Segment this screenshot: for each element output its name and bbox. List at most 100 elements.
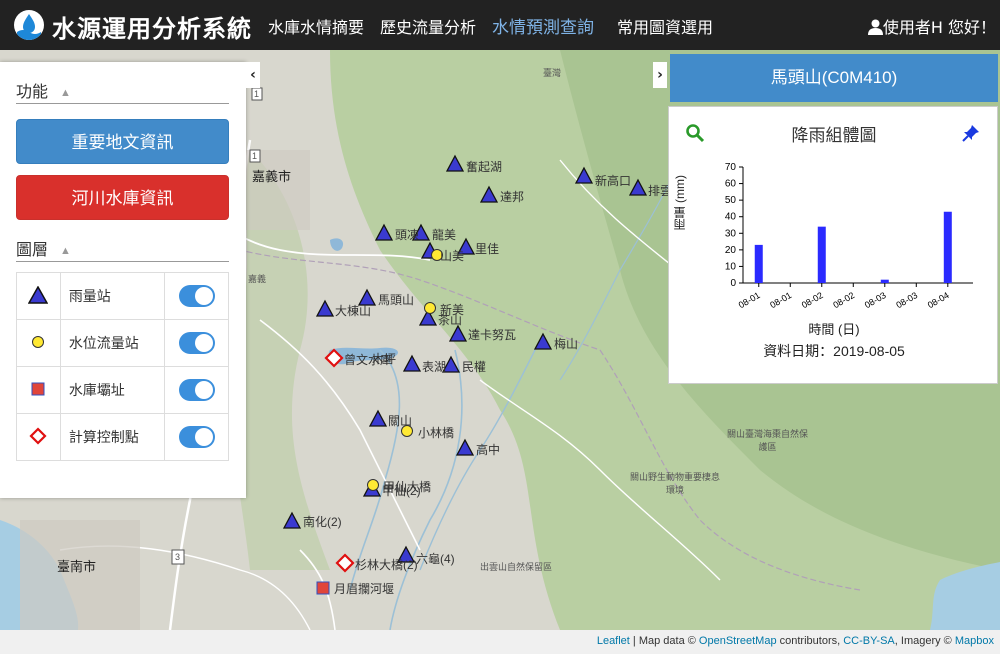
circle-icon	[32, 335, 45, 348]
license-link[interactable]: CC-BY-SA	[843, 635, 895, 647]
pin-icon[interactable]	[961, 123, 981, 147]
diamond-icon	[29, 426, 47, 445]
y-tick-label: 20	[725, 245, 737, 256]
nav-reservoir-summary[interactable]: 水庫水情摘要	[268, 14, 364, 38]
attribution-text: contributors,	[776, 635, 844, 647]
rainfall-bar	[943, 211, 952, 283]
reservoir-marker[interactable]	[316, 581, 330, 595]
attribution-text: , Imagery ©	[894, 635, 955, 647]
divider	[16, 261, 229, 262]
station-label: 表湖	[422, 360, 447, 374]
chart-title: 降雨組體圖	[791, 126, 877, 145]
layer-toggle-cell	[164, 319, 229, 367]
y-tick-label: 60	[725, 179, 737, 190]
station-label: 杉林大橋(2)	[355, 558, 418, 572]
user-icon	[867, 19, 883, 35]
nav-common-maps[interactable]: 常用圖資選用	[617, 14, 713, 38]
station-label: 月眉攔河堰	[334, 582, 395, 596]
water-logo-icon	[14, 10, 44, 40]
left-panel-collapse-button[interactable]: ‹	[246, 62, 260, 88]
station-label: 頭凍	[395, 228, 420, 242]
mapbox-link[interactable]: Mapbox	[955, 635, 994, 647]
reservoir-toggle[interactable]	[178, 379, 215, 401]
layer-row: 水庫壩址	[16, 366, 229, 414]
x-tick-label: 08-04	[926, 290, 951, 310]
control-point-marker[interactable]	[335, 553, 355, 573]
layer-toggle-cell	[164, 366, 229, 414]
attribution-text: | Map data ©	[629, 635, 699, 647]
station-label: 民權	[462, 360, 487, 374]
layer-icon-cell	[16, 413, 61, 461]
chevron-up-icon[interactable]: ▲	[60, 87, 71, 99]
water-station-marker[interactable]	[367, 479, 379, 491]
rain-station-marker[interactable]	[374, 223, 394, 241]
river-reservoir-button[interactable]: 河川水庫資訊	[16, 175, 229, 220]
user-menu[interactable]: 使用者H 您好！	[867, 14, 996, 38]
leaflet-link[interactable]: Leaflet	[597, 635, 630, 647]
chevron-right-icon: ›	[657, 67, 663, 83]
station-label: 馬頭山	[378, 293, 415, 307]
station-label: 梅山	[554, 337, 579, 351]
chart-x-label: 時間 (日)	[808, 322, 860, 337]
function-title: 功能	[16, 84, 49, 101]
layer-label: 水庫壩址	[59, 366, 166, 414]
nav-forecast-query[interactable]: 水情預測查詢	[492, 13, 594, 38]
rain-station-marker[interactable]	[448, 324, 468, 342]
layer-row: 水位流量站	[16, 319, 229, 367]
water-station-marker[interactable]	[424, 302, 436, 314]
rain-station-toggle[interactable]	[178, 285, 215, 307]
layer-row: 計算控制點	[16, 413, 229, 461]
control-point-toggle[interactable]	[178, 426, 215, 448]
layer-icon-cell	[16, 272, 61, 320]
left-panel: 功能 ▲ 重要地文資訊 河川水庫資訊 圖層 ▲ 雨量站 水位流量站 水庫壩址 計算控…	[0, 62, 246, 498]
y-tick-label: 40	[725, 212, 737, 223]
station-label: 木坪	[372, 352, 397, 366]
rain-station-marker[interactable]	[368, 409, 388, 427]
top-navbar: 水源運用分析系統 水庫水情摘要 歷史流量分析 水情預測查詢 常用圖資選用 使用者…	[0, 0, 1000, 50]
layer-toggle-cell	[164, 413, 229, 461]
rainfall-bar	[754, 244, 763, 283]
station-label: 茶山	[438, 313, 463, 327]
rainfall-chart-panel: 降雨組體圖 雨量 (mm) 0 10 20 30 40 50 60 70 08-01 08-01 0…	[668, 106, 998, 384]
station-label: 山美	[440, 249, 465, 263]
layer-label: 水位流量站	[59, 319, 166, 367]
control-point-marker[interactable]	[324, 348, 344, 368]
osm-link[interactable]: OpenStreetMap	[699, 635, 777, 647]
station-label: 奮起湖	[466, 160, 503, 174]
station-label: 新高口	[595, 174, 632, 188]
square-icon	[31, 382, 45, 395]
station-label: 小林橋	[418, 426, 455, 440]
layer-section-header[interactable]: 圖層 ▲	[16, 236, 71, 260]
layer-label: 計算控制點	[59, 413, 166, 461]
rain-station-marker[interactable]	[455, 438, 475, 456]
triangle-icon	[28, 284, 49, 304]
rain-station-marker[interactable]	[479, 185, 499, 203]
nav-history-flow[interactable]: 歷史流量分析	[380, 14, 476, 38]
rainfall-bar-chart: 0 10 20 30 40 50 60 70 08-01 08-01 08-02 08-02 08-03…	[725, 162, 973, 310]
rain-station-marker[interactable]	[315, 299, 335, 317]
water-station-toggle[interactable]	[178, 332, 215, 354]
x-tick-label: 08-03	[863, 290, 888, 310]
chart-y-label: 雨量 (mm)	[673, 175, 687, 231]
right-panel-collapse-button[interactable]: ›	[653, 62, 667, 88]
rain-station-marker[interactable]	[574, 166, 594, 184]
app-title[interactable]: 水源運用分析系統	[52, 9, 252, 44]
x-tick-label: 08-02	[800, 290, 825, 310]
map-attribution: Leaflet | Map data © OpenStreetMap contr…	[0, 630, 1000, 654]
data-date-label: 資料日期：2019-08-05	[763, 343, 905, 359]
rain-station-marker[interactable]	[628, 178, 648, 196]
rain-station-marker[interactable]	[533, 332, 553, 350]
station-label: 里佳	[475, 242, 500, 256]
station-label: 甲仙(2)	[382, 484, 421, 498]
rain-station-marker[interactable]	[402, 354, 422, 372]
geo-info-button[interactable]: 重要地文資訊	[16, 119, 229, 164]
function-section-header[interactable]: 功能 ▲	[16, 78, 71, 102]
chevron-up-icon[interactable]: ▲	[60, 245, 71, 257]
y-tick-label: 50	[725, 195, 737, 206]
rain-station-marker[interactable]	[282, 511, 302, 529]
x-tick-label: 08-02	[831, 290, 856, 310]
station-label: 大棟山	[335, 304, 372, 318]
x-tick-label: 08-01	[768, 290, 793, 310]
station-label: 關山	[388, 414, 413, 428]
rain-station-marker[interactable]	[445, 154, 465, 172]
